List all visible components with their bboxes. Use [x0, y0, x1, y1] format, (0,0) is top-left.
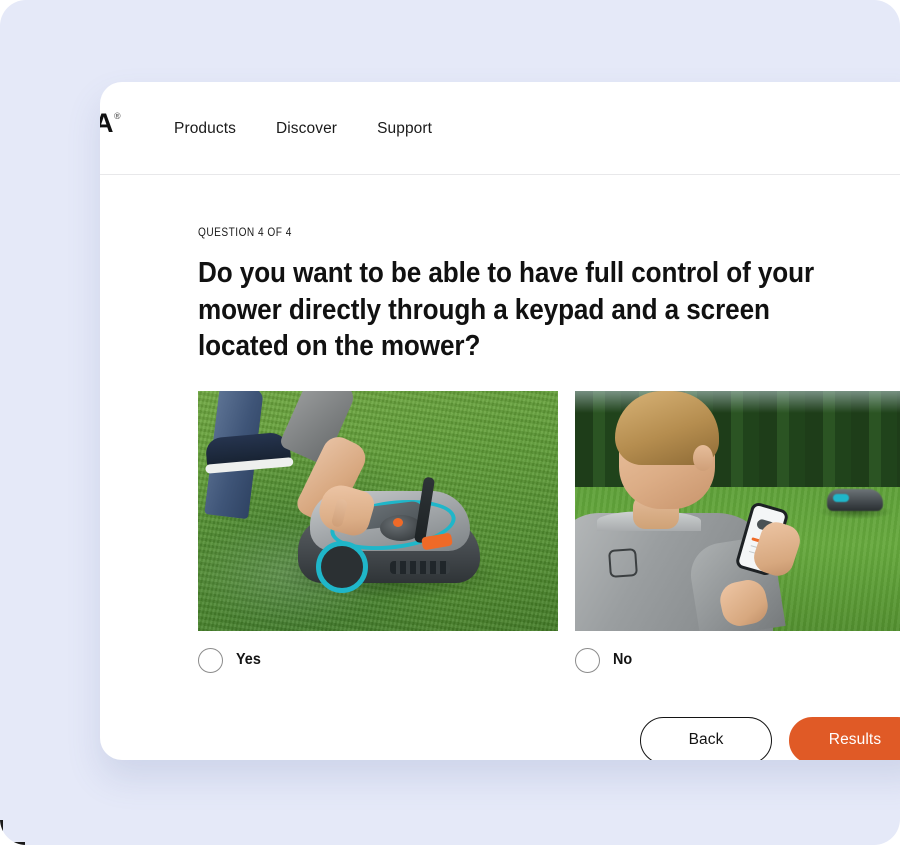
back-button[interactable]: Back	[640, 716, 772, 760]
answer-radio-row-no[interactable]: No	[575, 647, 900, 673]
brand-logo[interactable]: A ®	[100, 108, 121, 138]
mower-dial-button	[393, 517, 403, 527]
question-counter: QUESTION 4 OF 4	[198, 227, 292, 239]
answer-options: Yes No	[198, 390, 900, 673]
question-title: Do you want to be able to have full cont…	[198, 257, 815, 363]
quiz-actions: Back Results	[640, 716, 900, 760]
nav-link-discover[interactable]: Discover	[276, 120, 337, 138]
results-button[interactable]: Results	[789, 716, 900, 760]
radio-button-yes[interactable]	[198, 647, 223, 673]
app-card: A ® Products Discover Support QUESTION 4…	[100, 82, 900, 760]
distant-robotic-mower	[827, 488, 883, 511]
radio-label-no: No	[613, 651, 633, 669]
quiz-body: QUESTION 4 OF 4 Do you want to be able t…	[100, 175, 900, 760]
mower-front-vent	[390, 560, 450, 574]
answer-option-yes[interactable]: Yes	[198, 390, 558, 673]
answer-radio-row-yes[interactable]: Yes	[198, 647, 558, 673]
page-stage: A ® Products Discover Support QUESTION 4…	[0, 0, 900, 845]
answer-image-yes[interactable]	[198, 390, 558, 631]
person-ear	[693, 444, 713, 471]
radio-label-yes: Yes	[236, 651, 261, 669]
frame-corner-marker	[0, 820, 25, 845]
radio-button-no[interactable]	[575, 647, 600, 673]
top-navigation: A ® Products Discover Support	[100, 82, 900, 175]
answer-option-no[interactable]: No	[575, 390, 900, 673]
registered-trademark-icon: ®	[114, 111, 121, 121]
brand-logo-letter: A	[100, 108, 114, 138]
sweater-logo-patch	[608, 547, 638, 578]
nav-link-support[interactable]: Support	[377, 120, 432, 138]
mower-wheel	[316, 540, 368, 593]
nav-links: Products Discover Support	[174, 120, 432, 138]
nav-link-products[interactable]: Products	[174, 120, 236, 138]
answer-image-no[interactable]	[575, 390, 900, 631]
